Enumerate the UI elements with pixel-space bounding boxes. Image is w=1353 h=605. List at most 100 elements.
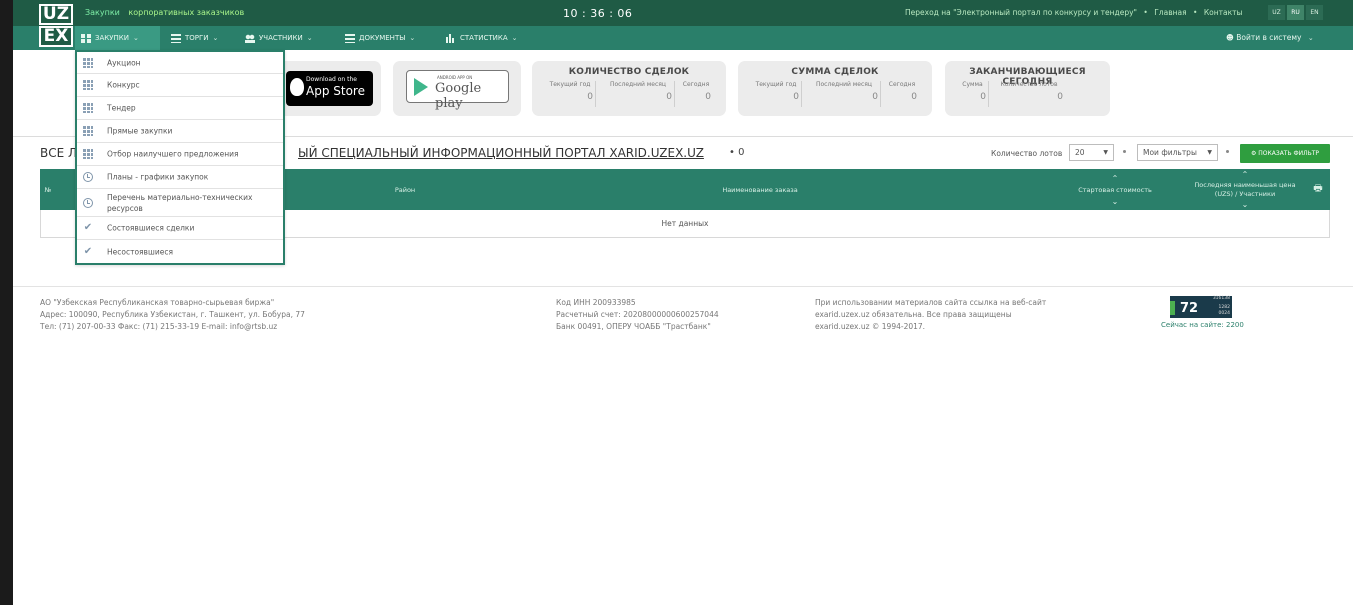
separator-dot [1123, 150, 1126, 153]
lots-count-label: Количество лотов [991, 149, 1063, 158]
print-icon[interactable]: 🖶 [1310, 169, 1326, 210]
lang-uz[interactable]: UZ [1268, 5, 1285, 20]
col-start-price-label: Стартовая стоимость [1078, 185, 1152, 194]
footer-line: exarid.uzex.uz © 1994-2017. [815, 322, 926, 331]
stat-value: 0 [911, 92, 917, 102]
menu-item-label: Конкурс [107, 80, 140, 90]
menu-item-tender[interactable]: Тендер [77, 97, 283, 120]
gear-icon: ⚙ [1250, 150, 1257, 157]
stat-ending-today: ЗАКАНЧИВАЮЩИЕСЯ СЕГОДНЯ Сумма 0 Количест… [945, 61, 1110, 116]
zakupki-dropdown-menu: Аукцион Конкурс Тендер Прямые закупки От… [75, 50, 285, 265]
menu-item-failed[interactable]: ✔ Несостоявшиеся [77, 240, 283, 263]
col-order-name[interactable]: Наименование заказа [690, 169, 830, 210]
counter-bar [1170, 301, 1175, 315]
counter-big: 72 [1180, 301, 1199, 316]
grid-icon [81, 33, 91, 43]
site-title-part2: корпоративных заказчиков [128, 8, 245, 17]
grid-icon [83, 149, 93, 159]
google-play-button[interactable]: ANDROID APP ON Google play [406, 70, 509, 111]
stat-value: 0 [666, 92, 672, 102]
menu-item-label: Перечень материально-технических ресурсо… [107, 192, 253, 213]
menu-item-resources[interactable]: Перечень материально-технических ресурсо… [77, 189, 283, 217]
stat-col: Последний месяц 0 [602, 81, 675, 107]
nav-label: ЗАКУПКИ [95, 34, 129, 42]
sort-down-icon: ⌄ [1111, 197, 1119, 206]
menu-item-label: Состоявшиеся сделки [107, 223, 195, 233]
nav-torgi[interactable]: ТОРГИ ⌄ [165, 26, 233, 50]
col-start-price[interactable]: ⌃ Стартовая стоимость ⌄ [1070, 169, 1160, 210]
menu-item-best-offer[interactable]: Отбор наилучшего предложения [77, 143, 283, 166]
stat-value: 0 [1057, 92, 1063, 102]
sort-down-icon: ⌄ [1241, 200, 1249, 209]
clock-icon [83, 197, 93, 208]
chevron-down-icon: ⌄ [1307, 34, 1314, 42]
footer-line: При использовании материалов сайта ссылк… [815, 298, 1047, 307]
stat-col: Последний месяц 0 [808, 81, 881, 107]
language-switcher: UZ RU EN [1266, 5, 1323, 20]
lang-ru[interactable]: RU [1287, 5, 1304, 20]
stat-title: КОЛИЧЕСТВО СДЕЛОК [568, 67, 690, 77]
login-button[interactable]: ☻ Войти в систему ⌄ [1226, 26, 1314, 50]
clock: 10 : 36 : 06 [563, 7, 633, 20]
col-last-price[interactable]: ⌃ Последняя наименьшая цена (UZS) / Учас… [1185, 169, 1305, 210]
site-title[interactable]: Закупки корпоративных заказчиков [85, 8, 244, 17]
col-last-price-label: Последняя наименьшая цена (UZS) / Участн… [1194, 180, 1296, 198]
separator-dot [1226, 150, 1229, 153]
menu-item-done-deals[interactable]: ✔ Состоявшиеся сделки [77, 217, 283, 240]
stat-label: Текущий год [549, 81, 591, 88]
stat-col: Сегодня 0 [885, 81, 919, 107]
gplay-big: Google play [435, 81, 482, 111]
contacts-link[interactable]: Контакты [1204, 8, 1243, 17]
visitor-counter[interactable]: 316138 72 1282 0024 [1170, 296, 1232, 318]
stat-label: Последний месяц [610, 81, 666, 88]
menu-item-label: Отбор наилучшего предложения [107, 149, 239, 159]
menu-item-label: Тендер [107, 103, 136, 113]
nav-statistika[interactable]: СТАТИСТИКА ⌄ [440, 26, 532, 50]
stat-label: Сегодня [682, 81, 710, 88]
menu-item-konkurs[interactable]: Конкурс [77, 74, 283, 97]
nav-dokumenty[interactable]: ДОКУМЕНТЫ ⌄ [339, 26, 433, 50]
sort-up-icon: ⌃ [1241, 170, 1249, 179]
separator-dot: • [1143, 8, 1148, 17]
home-link[interactable]: Главная [1154, 8, 1186, 17]
check-icon: ✔ [83, 245, 93, 257]
nav-uchastniki[interactable]: УЧАСТНИКИ ⌄ [239, 26, 337, 50]
stat-col: Сегодня 0 [679, 81, 713, 107]
lang-en[interactable]: EN [1306, 5, 1323, 20]
clock-icon [83, 172, 93, 182]
users-icon [245, 33, 255, 43]
show-filter-label: ПОКАЗАТЬ ФИЛЬТР [1258, 150, 1320, 157]
grid-icon [83, 126, 93, 136]
stat-col: Сумма 0 [957, 81, 989, 107]
counter-r2: 0024 [1218, 311, 1230, 316]
appstore-button[interactable]: Download on the App Store [286, 71, 373, 106]
my-filters-select[interactable]: Мои фильтры ▼ [1137, 144, 1218, 161]
portal-link[interactable]: Переход на "Электронный портал по конкур… [905, 8, 1137, 17]
portal-title-link[interactable]: ЫЙ СПЕЦИАЛЬНЫЙ ИНФОРМАЦИОННЫЙ ПОРТАЛ XAR… [298, 146, 704, 160]
separator-dot: • [1193, 8, 1198, 17]
footer-line: Расчетный счет: 20208000000600257044 [556, 310, 719, 319]
caret-down-icon: ▼ [1207, 149, 1212, 156]
grid-icon [83, 103, 93, 113]
stat-value: 0 [705, 92, 711, 102]
stat-col: Количество лотов 0 [993, 81, 1065, 107]
col-number[interactable]: № [40, 169, 56, 210]
stat-label: Текущий год [755, 81, 797, 88]
nav-zakupki[interactable]: ЗАКУПКИ ⌄ [75, 26, 160, 50]
stat-label: Последний месяц [816, 81, 872, 88]
appstore-big: App Store [306, 84, 365, 98]
menu-item-plans[interactable]: Планы - графики закупок [77, 166, 283, 189]
menu-item-direct[interactable]: Прямые закупки [77, 120, 283, 143]
main-nav: ЗАКУПКИ ⌄ ТОРГИ ⌄ УЧАСТНИКИ ⌄ ДОКУМЕНТЫ ⌄ СТ… [13, 26, 1353, 50]
footer-line: Тел: (71) 207-00-33 Факс: (71) 215-33-19… [40, 322, 278, 331]
google-play-icon [414, 78, 428, 96]
grid-icon [83, 57, 93, 68]
check-icon: ✔ [83, 222, 93, 233]
col-district[interactable]: Район [370, 169, 440, 210]
menu-item-auction[interactable]: Аукцион [77, 52, 283, 74]
select-value: 20 [1075, 148, 1085, 157]
uzex-logo[interactable]: UZ EX [39, 4, 73, 48]
show-filter-button[interactable]: ⚙ ПОКАЗАТЬ ФИЛЬТР [1240, 144, 1330, 163]
site-title-part1: Закупки [85, 8, 120, 17]
lots-per-page-select[interactable]: 20 ▼ [1069, 144, 1114, 161]
